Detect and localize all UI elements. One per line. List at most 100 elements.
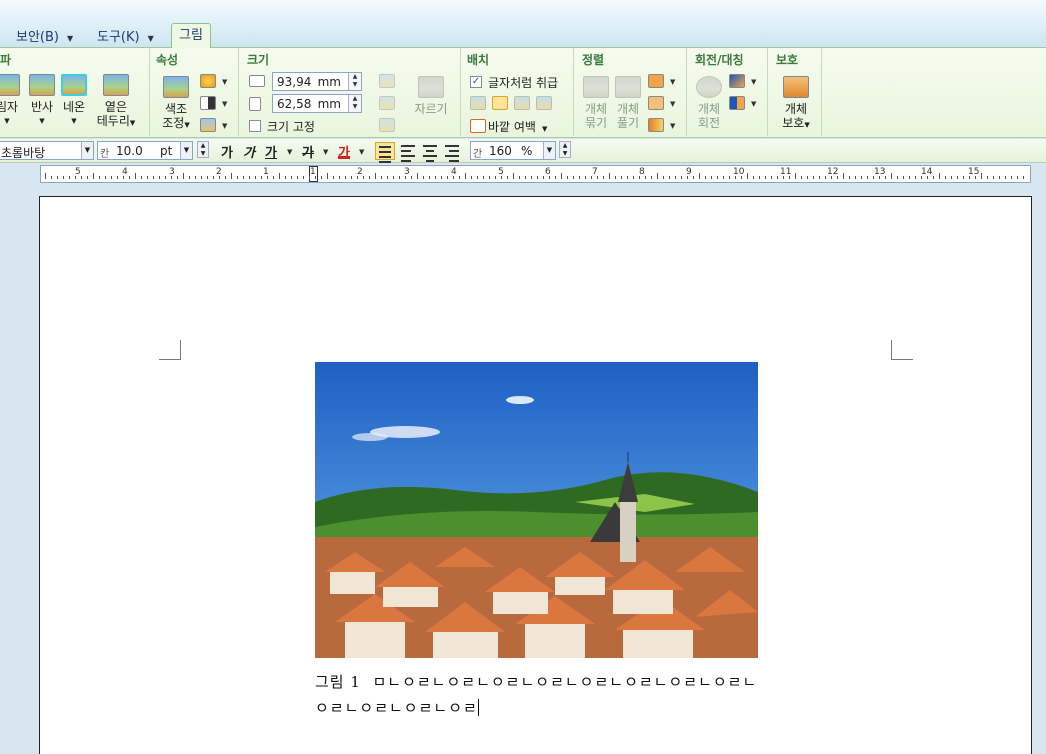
chevron-down-icon[interactable]: ▼ bbox=[222, 122, 227, 130]
shadow-button[interactable]: 림자 ▼ bbox=[0, 74, 22, 128]
font-color-button[interactable]: 가 bbox=[338, 142, 350, 161]
ruler-tick bbox=[975, 176, 976, 179]
chevron-down-icon[interactable]: ▼ bbox=[81, 142, 93, 159]
ruler-tick bbox=[171, 176, 172, 179]
color-adjust-button[interactable]: 색조 조정▼ bbox=[156, 76, 196, 132]
ruler-tick bbox=[969, 176, 970, 179]
wrap-square-icon[interactable] bbox=[470, 96, 486, 110]
chevron-down-icon[interactable]: ▼ bbox=[323, 148, 328, 156]
align-justify-button[interactable] bbox=[375, 142, 395, 163]
ruler-tick bbox=[519, 176, 520, 179]
chevron-down-icon[interactable]: ▼ bbox=[148, 34, 154, 43]
chevron-down-icon[interactable]: ▼ bbox=[670, 78, 675, 86]
ruler-tick bbox=[645, 176, 646, 179]
chevron-down-icon[interactable]: ▼ bbox=[287, 148, 292, 156]
contrast-icon[interactable] bbox=[200, 96, 216, 110]
wrap-behind-icon[interactable] bbox=[514, 96, 530, 110]
document-page[interactable]: 그림 1 ㅁㄴㅇㄹㄴㅇㄹㄴㅇㄹㄴㅇㄹㄴㅇㄹㄴㅇㄹㄴㅇㄹㄴㅇㄹㄴ ㅇㄹㄴㅇㄹㄴㅇㄹ… bbox=[39, 196, 1032, 754]
spin-arrows-icon[interactable]: ▲ ▼ bbox=[197, 141, 209, 158]
ruler-tick bbox=[741, 176, 742, 179]
chevron-down-icon[interactable]: ▼ bbox=[67, 34, 73, 43]
wrap-tight-icon[interactable] bbox=[492, 96, 508, 110]
fix-size-checkbox[interactable] bbox=[249, 120, 261, 132]
picture-caption[interactable]: 그림 1 ㅁㄴㅇㄹㄴㅇㄹㄴㅇㄹㄴㅇㄹㄴㅇㄹㄴㅇㄹㄴㅇㄹㄴㅇㄹㄴ ㅇㄹㄴㅇㄹㄴㅇㄹ… bbox=[315, 669, 765, 721]
ruler-tick bbox=[333, 176, 334, 179]
color-adjust-label-2: 조정 bbox=[162, 116, 185, 130]
ruler-tick bbox=[471, 176, 472, 179]
protect-group: 보호 개체 보호▼ bbox=[768, 48, 822, 136]
ruler-tick bbox=[135, 173, 136, 179]
font-size-spin[interactable]: ▲ ▼ bbox=[195, 141, 209, 160]
neon-button[interactable]: 네온 ▼ bbox=[60, 74, 88, 128]
tab-security[interactable]: 보안(B) ▼ bbox=[16, 26, 73, 46]
rotate-dropdown-icon[interactable] bbox=[729, 74, 745, 88]
reflection-button[interactable]: 반사 ▼ bbox=[28, 74, 56, 128]
ruler-tick bbox=[1005, 176, 1006, 179]
tab-picture[interactable]: 그림 bbox=[171, 23, 211, 49]
ruler-tick bbox=[363, 176, 364, 179]
ruler-tick bbox=[441, 176, 442, 179]
group-title: 보호 bbox=[776, 53, 799, 67]
brightness-icon[interactable] bbox=[200, 74, 216, 88]
ruler-tick bbox=[933, 176, 934, 179]
chevron-down-icon[interactable]: ▼ bbox=[670, 122, 675, 130]
rotate-object-button[interactable]: 개체 회전 bbox=[693, 76, 725, 130]
inserted-picture[interactable] bbox=[315, 362, 758, 658]
align-icon[interactable] bbox=[648, 118, 664, 132]
treat-as-char-checkbox[interactable]: ✓ bbox=[470, 76, 482, 88]
horizontal-ruler[interactable]: 5 4 3 2 1 1 2 3 4 5 6 7 8 9 10 11 12 13 14 15 bbox=[40, 165, 1031, 183]
ruler-tick bbox=[579, 176, 580, 179]
protect-object-button[interactable]: 개체 보호▼ bbox=[776, 76, 816, 132]
strikethrough-button[interactable]: 가 bbox=[302, 142, 314, 161]
margin-corner-mark bbox=[159, 340, 181, 360]
soft-edge-button[interactable]: 옅은 테두리▼ bbox=[93, 74, 139, 130]
flip-icon[interactable] bbox=[729, 96, 745, 110]
chevron-down-icon[interactable]: ▼ bbox=[180, 142, 192, 159]
chevron-down-icon[interactable]: ▼ bbox=[222, 78, 227, 86]
bring-forward-icon[interactable] bbox=[648, 74, 664, 88]
crop-button[interactable]: 자르기 bbox=[409, 76, 453, 116]
ruler-tick bbox=[417, 173, 418, 179]
italic-button[interactable]: 가 bbox=[243, 142, 255, 161]
group-objects-button[interactable]: 개체 묶기 bbox=[580, 76, 612, 130]
picture-effect-icon[interactable] bbox=[200, 118, 216, 132]
align-center-button[interactable] bbox=[420, 142, 440, 162]
align-right-button[interactable] bbox=[442, 142, 462, 162]
wrap-front-icon[interactable] bbox=[536, 96, 552, 110]
ruler-tick bbox=[513, 173, 514, 179]
ruler-tick bbox=[837, 176, 838, 179]
line-spacing-combo[interactable]: 간 160 % ▼ bbox=[470, 141, 556, 160]
spin-arrows-icon[interactable]: ▲ ▼ bbox=[348, 95, 361, 112]
font-name-combo[interactable]: 초롬바탕 ▼ bbox=[0, 141, 94, 160]
chevron-down-icon[interactable]: ▼ bbox=[359, 148, 364, 156]
ruler-tick bbox=[111, 176, 112, 179]
ribbon-panel: 파 림자 ▼ 반사 ▼ 네온 ▼ 옅은 테두리▼ 속성 색조 조정▼ ▼ ▼ ▼… bbox=[0, 48, 1046, 138]
chevron-down-icon[interactable]: ▼ bbox=[670, 100, 675, 108]
chevron-down-icon[interactable]: ▼ bbox=[751, 78, 756, 86]
chevron-down-icon[interactable]: ▼ bbox=[751, 100, 756, 108]
ruler-tick bbox=[303, 176, 304, 179]
ruler-tick bbox=[555, 176, 556, 179]
ruler-tick bbox=[57, 176, 58, 179]
ungroup-objects-button[interactable]: 개체 풀기 bbox=[612, 76, 644, 130]
underline-button[interactable]: 가 bbox=[265, 142, 277, 161]
ruler-tick bbox=[315, 176, 316, 179]
send-backward-icon[interactable] bbox=[648, 96, 664, 110]
width-spinner[interactable]: 93,94 mm ▲ ▼ bbox=[272, 72, 362, 91]
ruler-tick bbox=[231, 173, 232, 179]
width-icon bbox=[249, 75, 265, 87]
chevron-down-icon[interactable]: ▼ bbox=[543, 142, 555, 159]
ruler-tick bbox=[957, 176, 958, 179]
align-left-button[interactable] bbox=[398, 142, 418, 162]
spin-arrows-icon[interactable]: ▲ ▼ bbox=[559, 141, 571, 158]
line-spacing-spin[interactable]: ▲ ▼ bbox=[557, 141, 571, 160]
spin-arrows-icon[interactable]: ▲ ▼ bbox=[348, 73, 361, 90]
chevron-down-icon[interactable]: ▼ bbox=[222, 100, 227, 108]
bold-button[interactable]: 가 bbox=[221, 142, 233, 161]
ruler-tick bbox=[561, 173, 562, 179]
tab-tools[interactable]: 도구(K) ▼ bbox=[97, 26, 154, 46]
font-size-value: 10.0 bbox=[116, 144, 143, 158]
height-spinner[interactable]: 62,58 mm ▲ ▼ bbox=[272, 94, 362, 113]
font-size-combo[interactable]: 칸 10.0 pt ▼ bbox=[97, 141, 193, 160]
outer-margin-button[interactable]: 바깥 여백 ▼ bbox=[488, 118, 547, 135]
